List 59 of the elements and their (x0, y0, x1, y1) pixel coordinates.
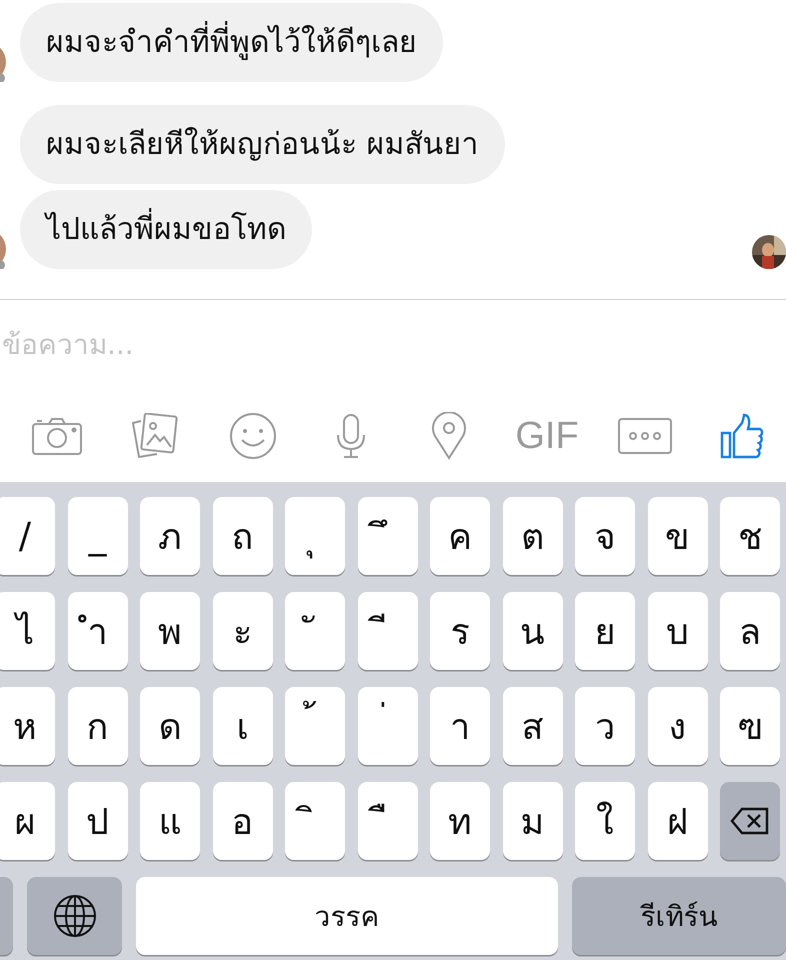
key[interactable]: ผ (0, 782, 55, 860)
key[interactable]: ต (502, 497, 562, 575)
key[interactable]: ค (430, 497, 490, 575)
message-bubble: ผมจะเลียหีให้ผญก่อนน้ะ ผมสันยา (20, 105, 505, 184)
key[interactable]: ื (358, 782, 418, 860)
key[interactable]: บ (648, 592, 708, 670)
message-bubble: ไปแล้วพี่ผมขอโทด (20, 190, 312, 269)
key[interactable]: แ (140, 782, 200, 860)
key[interactable]: ุ (285, 497, 345, 575)
key[interactable]: ม (502, 782, 562, 860)
camera-icon[interactable] (31, 416, 83, 456)
key[interactable]: พ (140, 592, 200, 670)
key[interactable]: จ (575, 497, 635, 575)
thumbs-up-icon[interactable] (720, 413, 766, 459)
return-key[interactable]: รีเทิร์น (572, 877, 786, 955)
key[interactable]: ท (430, 782, 490, 860)
key[interactable]: น (502, 592, 562, 670)
key[interactable]: ฝ (648, 782, 708, 860)
key[interactable]: ป (68, 782, 128, 860)
key[interactable]: เ (212, 687, 272, 765)
photos-icon[interactable] (131, 413, 179, 459)
key[interactable]: ถ (212, 497, 272, 575)
key[interactable]: ว (575, 687, 635, 765)
key[interactable]: ข (648, 497, 708, 575)
key[interactable]: ั (285, 592, 345, 670)
key[interactable]: ้ (285, 687, 345, 765)
key[interactable]: ภ (140, 497, 200, 575)
key[interactable]: ไ (0, 592, 55, 670)
key[interactable]: ร (430, 592, 490, 670)
message-bubble: ผมจะจำคำที่พี่พูดไว้ให้ดีๆเลย (20, 3, 443, 82)
key[interactable]: า (430, 687, 490, 765)
key[interactable]: ย (575, 592, 635, 670)
key[interactable]: ี (358, 592, 418, 670)
key[interactable]: _ (68, 497, 128, 575)
key[interactable]: ะ (212, 592, 272, 670)
key[interactable]: ส (502, 687, 562, 765)
more-icon[interactable] (617, 417, 673, 455)
backspace-key[interactable] (720, 782, 780, 860)
key[interactable]: ิ (285, 782, 345, 860)
key[interactable]: ใ (575, 782, 635, 860)
location-pin-icon[interactable] (431, 412, 467, 460)
microphone-icon[interactable] (335, 413, 367, 459)
globe-key[interactable] (27, 877, 122, 955)
key[interactable]: ก (68, 687, 128, 765)
emoji-icon[interactable] (229, 412, 277, 460)
key[interactable]: ง (648, 687, 708, 765)
key[interactable]: ห (0, 687, 55, 765)
key[interactable]: / (0, 497, 55, 575)
space-key[interactable]: วรรค (136, 877, 558, 955)
key[interactable]: ่ (358, 687, 418, 765)
key[interactable]: ึ (358, 497, 418, 575)
key[interactable]: ำ (68, 592, 128, 670)
key[interactable]: ด (140, 687, 200, 765)
backspace-icon (730, 807, 770, 835)
key[interactable]: ช (720, 497, 780, 575)
key[interactable]: อ (212, 782, 272, 860)
key[interactable]: ล (720, 592, 780, 670)
globe-icon (52, 894, 96, 938)
key[interactable]: ฃ (720, 687, 780, 765)
